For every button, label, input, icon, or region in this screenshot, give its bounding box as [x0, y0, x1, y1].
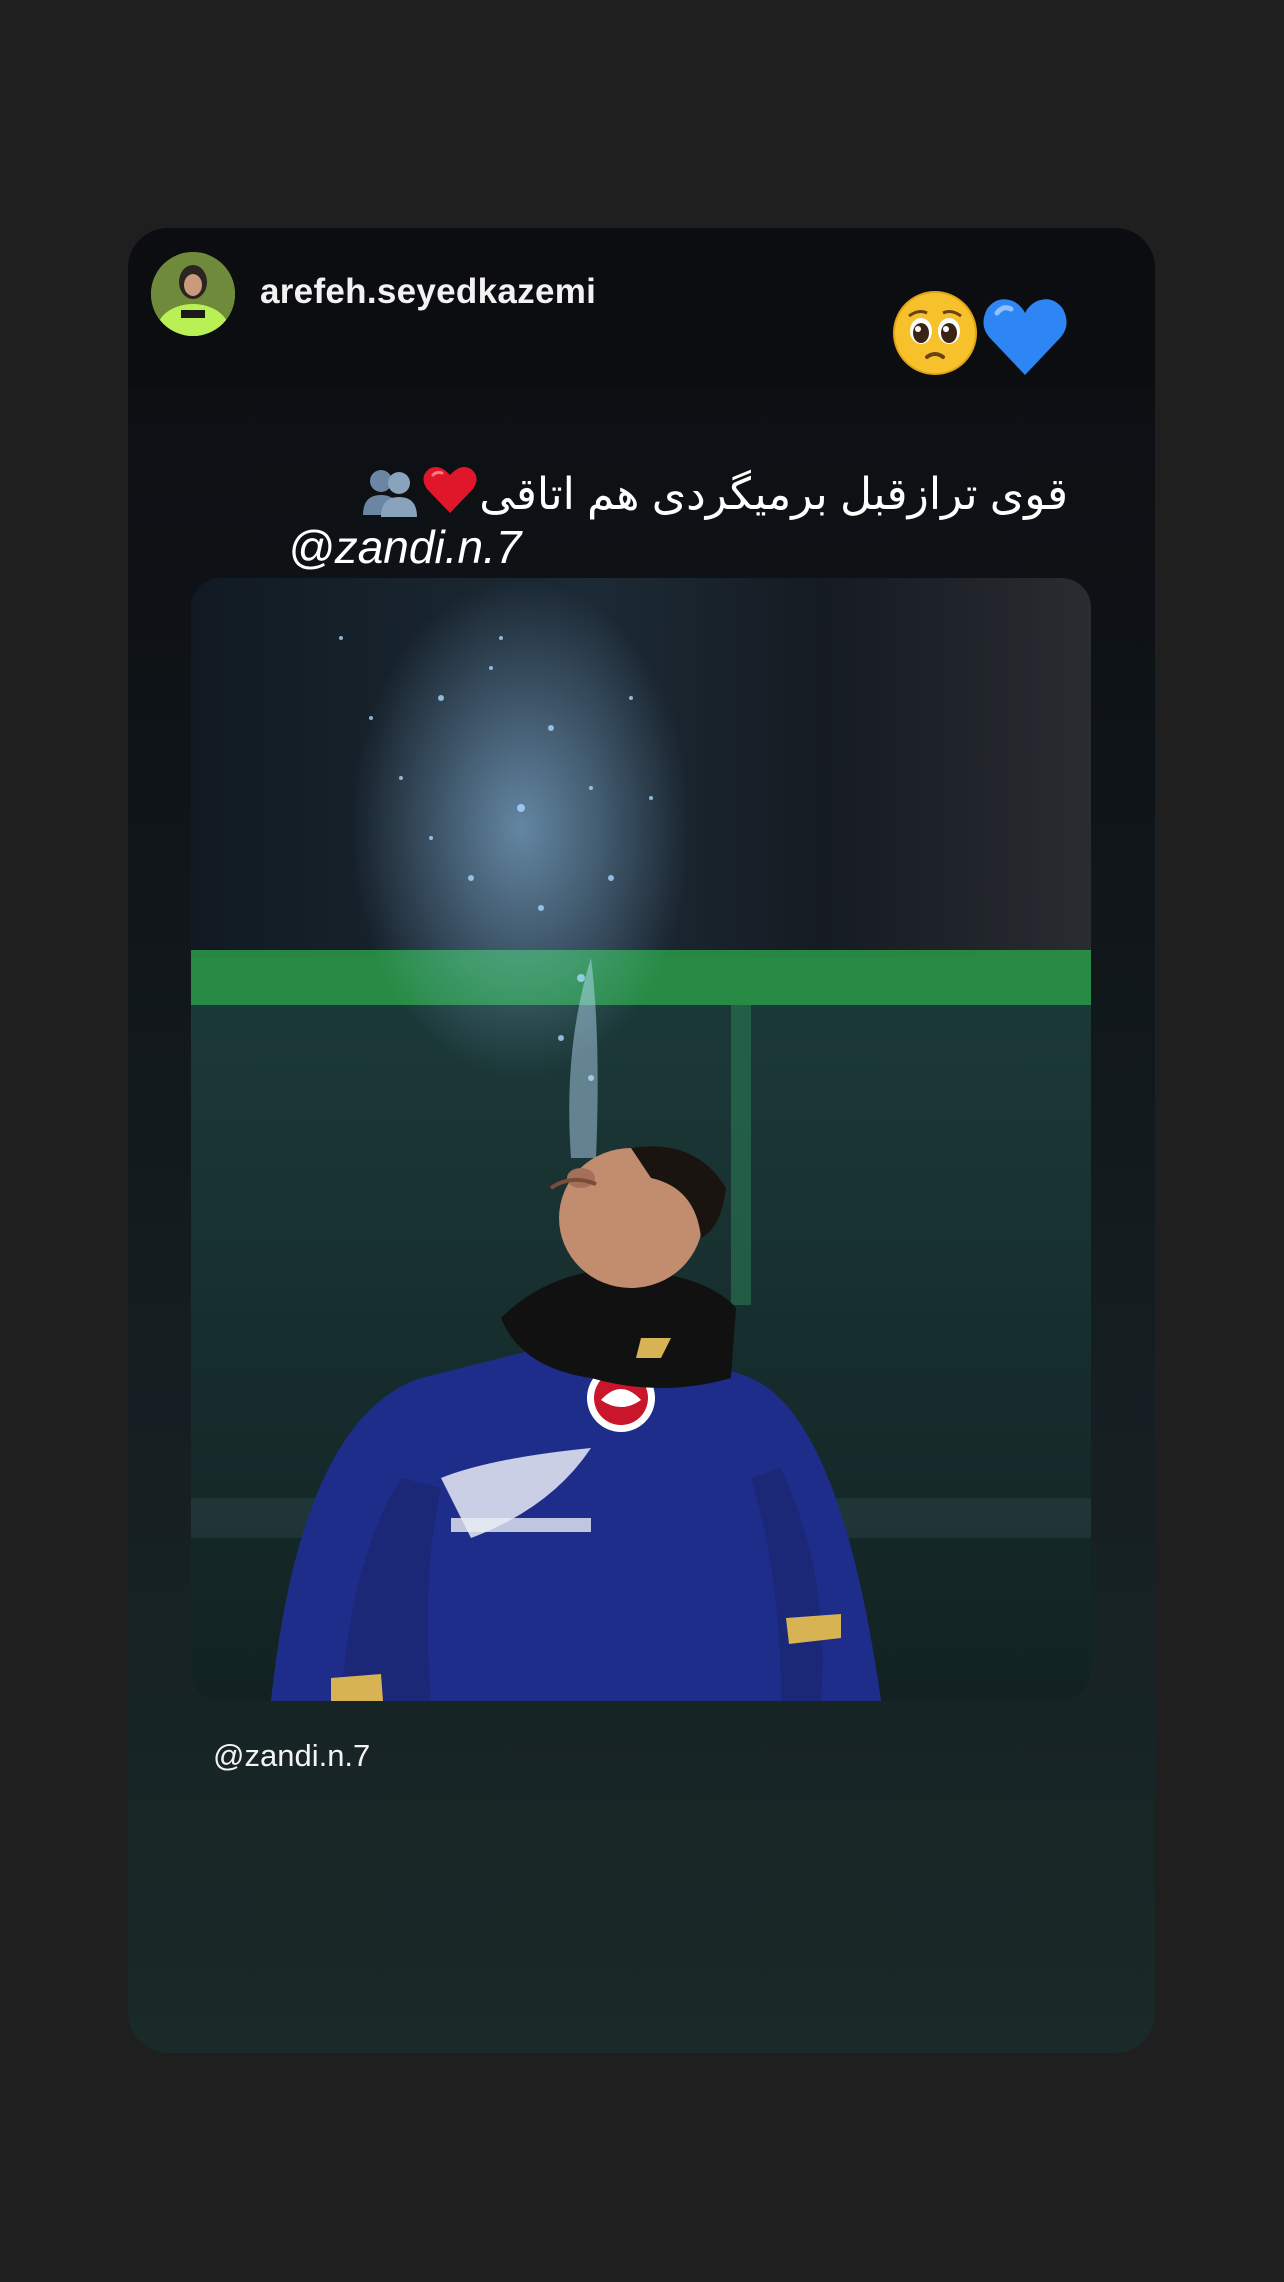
mention-sticker[interactable]: @zandi.n.7 [288, 518, 522, 581]
pleading-face-icon [893, 291, 977, 375]
story-username[interactable]: arefeh.seyedkazemi [260, 272, 596, 312]
repost-mention[interactable]: @zandi.n.7 [213, 1738, 370, 1774]
avatar[interactable] [151, 252, 235, 336]
busts-in-silhouette-icon [363, 470, 418, 517]
player-photo [191, 578, 1091, 1701]
red-heart-icon [423, 467, 477, 513]
caption-text: قوی ترازقبل برمیگردی هم اتاقی [479, 470, 1068, 519]
blue-heart-icon [983, 299, 1067, 375]
reposted-photo[interactable] [191, 578, 1091, 1701]
emoji-group [893, 291, 1067, 375]
avatar-image [151, 252, 235, 336]
story-card: arefeh.seyedkazemi قوی ترازقبل برمیگردی … [128, 228, 1155, 2053]
